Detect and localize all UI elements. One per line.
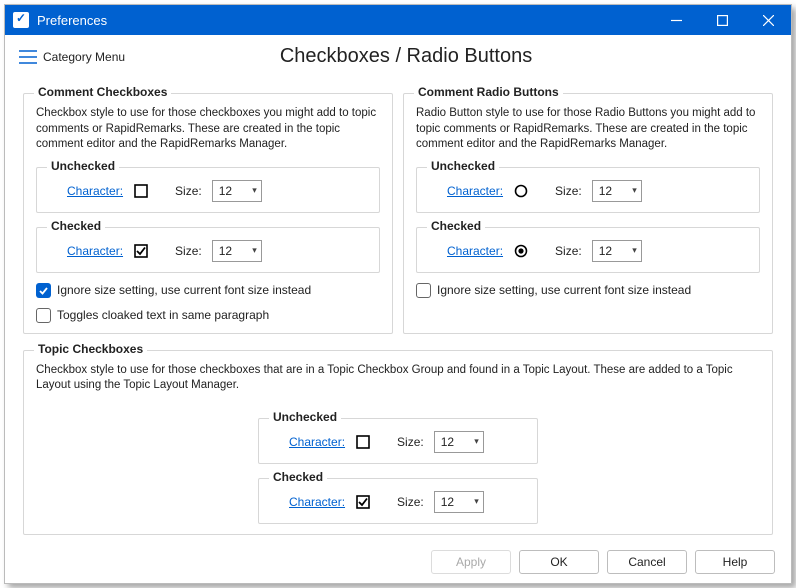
character-link[interactable]: Character:: [447, 244, 503, 258]
toggle-cloaked-checkbox-row[interactable]: Toggles cloaked text in same paragraph: [36, 308, 380, 323]
ignore-size-checkbox-row[interactable]: Ignore size setting, use current font si…: [416, 283, 760, 298]
size-label: Size:: [175, 244, 202, 258]
checkbox-empty-icon: [416, 283, 431, 298]
checkbox-label: Toggles cloaked text in same paragraph: [57, 308, 269, 322]
size-label: Size:: [555, 244, 582, 258]
subgroup-legend: Checked: [47, 219, 105, 233]
size-label: Size:: [397, 435, 424, 449]
page-title: Checkboxes / Radio Buttons: [125, 45, 777, 68]
category-menu-label: Category Menu: [43, 50, 125, 64]
header-row: Category Menu Checkboxes / Radio Buttons: [5, 35, 791, 79]
apply-button: Apply: [431, 550, 511, 574]
minimize-button[interactable]: [653, 5, 699, 35]
help-button[interactable]: Help: [695, 550, 775, 574]
size-select-cr-unchecked[interactable]: 12 ▾: [592, 180, 642, 202]
subgroup-cc-checked: Checked Character: Size: 12 ▾: [36, 227, 380, 273]
cancel-button[interactable]: Cancel: [607, 550, 687, 574]
close-button[interactable]: [745, 5, 791, 35]
character-link[interactable]: Character:: [67, 244, 123, 258]
titlebar: Preferences: [5, 5, 791, 35]
chevron-down-icon: ▾: [474, 436, 479, 447]
footer-buttons: Apply OK Cancel Help: [5, 541, 791, 583]
ignore-size-checkbox-row[interactable]: Ignore size setting, use current font si…: [36, 283, 380, 298]
group-desc: Radio Button style to use for those Radi…: [416, 106, 760, 153]
character-link[interactable]: Character:: [67, 184, 123, 198]
window-title: Preferences: [37, 13, 653, 28]
character-link[interactable]: Character:: [289, 495, 345, 509]
subgroup-legend: Checked: [269, 470, 327, 484]
size-select-tc-unchecked[interactable]: 12 ▾: [434, 431, 484, 453]
subgroup-legend: Unchecked: [269, 410, 341, 424]
checkbox-checked-icon: [36, 283, 51, 298]
maximize-button[interactable]: [699, 5, 745, 35]
checkbox-empty-icon: [133, 183, 149, 199]
group-topic-checkboxes: Topic Checkboxes Checkbox style to use f…: [23, 350, 773, 535]
subgroup-tc-unchecked: Unchecked Character: Size: 12 ▾: [258, 418, 538, 464]
group-desc: Checkbox style to use for those checkbox…: [36, 106, 380, 153]
subgroup-legend: Checked: [427, 219, 485, 233]
size-select-cc-checked[interactable]: 12 ▾: [212, 240, 262, 262]
checkbox-checked-icon: [355, 494, 371, 510]
subgroup-tc-checked: Checked Character: Size: 12 ▾: [258, 478, 538, 524]
checkbox-checked-icon: [133, 243, 149, 259]
radio-checked-icon: [513, 243, 529, 259]
checkbox-label: Ignore size setting, use current font si…: [437, 283, 691, 297]
ok-button[interactable]: OK: [519, 550, 599, 574]
category-menu-button[interactable]: Category Menu: [19, 50, 125, 64]
app-icon: [13, 12, 29, 28]
checkbox-empty-icon: [36, 308, 51, 323]
group-legend: Comment Radio Buttons: [414, 85, 563, 99]
chevron-down-icon: ▾: [632, 245, 637, 256]
size-label: Size:: [555, 184, 582, 198]
subgroup-cc-unchecked: Unchecked Character: Size: 12 ▾: [36, 167, 380, 213]
hamburger-icon: [19, 50, 37, 64]
group-legend: Comment Checkboxes: [34, 85, 171, 99]
size-label: Size:: [175, 184, 202, 198]
preferences-window: Preferences Category Menu Checkboxes / R…: [4, 4, 792, 584]
checkbox-empty-icon: [355, 434, 371, 450]
content-area: Comment Checkboxes Checkbox style to use…: [5, 79, 791, 541]
chevron-down-icon: ▾: [474, 496, 479, 507]
chevron-down-icon: ▾: [252, 185, 257, 196]
group-comment-checkboxes: Comment Checkboxes Checkbox style to use…: [23, 93, 393, 334]
subgroup-cr-checked: Checked Character: Size: 12 ▾: [416, 227, 760, 273]
size-label: Size:: [397, 495, 424, 509]
character-link[interactable]: Character:: [447, 184, 503, 198]
radio-empty-icon: [513, 183, 529, 199]
chevron-down-icon: ▾: [252, 245, 257, 256]
character-link[interactable]: Character:: [289, 435, 345, 449]
size-select-cr-checked[interactable]: 12 ▾: [592, 240, 642, 262]
group-desc: Checkbox style to use for those checkbox…: [36, 363, 760, 394]
size-select-tc-checked[interactable]: 12 ▾: [434, 491, 484, 513]
subgroup-legend: Unchecked: [427, 159, 499, 173]
subgroup-cr-unchecked: Unchecked Character: Size: 12 ▾: [416, 167, 760, 213]
group-comment-radios: Comment Radio Buttons Radio Button style…: [403, 93, 773, 334]
size-select-cc-unchecked[interactable]: 12 ▾: [212, 180, 262, 202]
chevron-down-icon: ▾: [632, 185, 637, 196]
subgroup-legend: Unchecked: [47, 159, 119, 173]
group-legend: Topic Checkboxes: [34, 342, 147, 356]
checkbox-label: Ignore size setting, use current font si…: [57, 283, 311, 297]
